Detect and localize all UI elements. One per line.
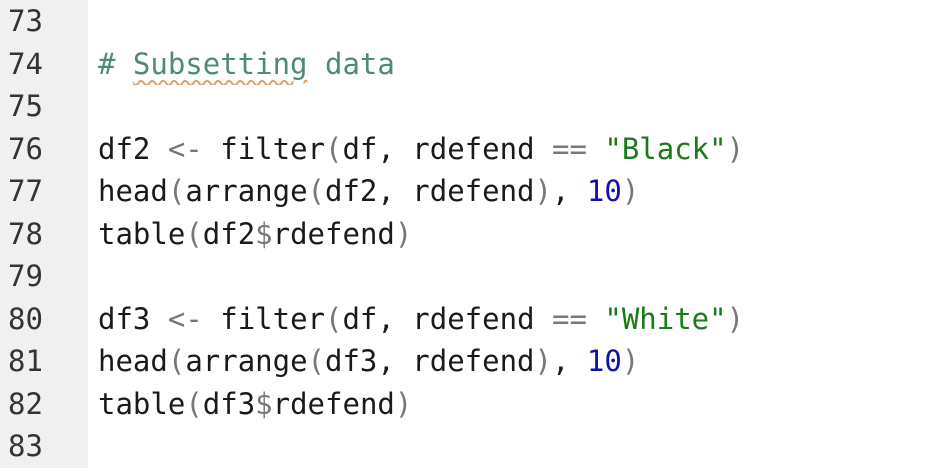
line-number: 79	[8, 259, 43, 293]
code-token-paren: )	[534, 344, 552, 378]
code-token-ident: head	[98, 344, 168, 378]
code-token-ident: table	[98, 216, 186, 251]
code-token-ident: head	[98, 174, 168, 208]
code-token-paren: (	[185, 216, 203, 251]
code-line[interactable]: # Subsetting data	[98, 43, 928, 86]
code-token-dollar: $	[255, 386, 273, 421]
line-number: 80	[8, 301, 43, 336]
line-number: 81	[8, 344, 43, 378]
code-token-ident: rdefend	[272, 216, 395, 251]
code-token-paren: (	[307, 174, 325, 208]
code-token-op: ==	[551, 131, 587, 166]
code-token-paren: )	[726, 131, 745, 166]
code-token-ident: df3	[98, 301, 151, 336]
code-token-number: 10	[586, 344, 622, 378]
code-token-paren: (	[325, 301, 343, 336]
code-token-op: <-	[150, 301, 221, 336]
code-line[interactable]: df3 <- filter(df, rdefend == "White")	[98, 298, 928, 341]
code-token-comment: data	[307, 46, 395, 81]
code-token-paren: (	[167, 174, 186, 208]
code-token-ident: df3, rdefend	[325, 344, 535, 378]
line-number: 76	[8, 131, 43, 166]
code-token-string: "White"	[604, 301, 727, 336]
code-token-paren: )	[394, 216, 413, 251]
line-number: 78	[8, 216, 43, 251]
code-token-ident: arrange	[185, 174, 308, 208]
code-token-number: 10	[586, 174, 622, 208]
code-token-ident: df2	[202, 216, 256, 251]
code-token-paren: )	[726, 301, 745, 336]
line-number-gutter: 73 74 75 76 77 78 79 80 81 82 83	[0, 0, 88, 468]
code-token-paren: (	[167, 344, 186, 378]
code-line[interactable]: table(df3$rdefend)	[98, 383, 928, 426]
code-token-paren: )	[621, 174, 640, 208]
line-number: 82	[8, 386, 43, 421]
code-token-punct: ,	[551, 344, 587, 378]
code-editor[interactable]: 7374757677787980818283 ​# Subsetting dat…	[0, 0, 928, 468]
code-token-punct: ,	[551, 174, 587, 208]
code-token-ident: filter	[220, 301, 325, 336]
code-line[interactable]: ​	[98, 85, 928, 128]
code-token-paren: )	[621, 344, 640, 378]
code-token-paren: )	[534, 174, 552, 208]
code-token-op: <-	[150, 131, 221, 166]
code-token-ident: df2	[98, 131, 151, 166]
code-token-paren: (	[325, 131, 343, 166]
code-line[interactable]: ​	[98, 255, 928, 298]
code-token-comment: Subsetting	[132, 46, 308, 81]
code-token-ident: arrange	[185, 344, 308, 378]
code-token-ident: table	[98, 386, 186, 421]
code-line[interactable]: head(arrange(df2, rdefend), 10)	[98, 170, 928, 213]
code-line[interactable]: head(arrange(df3, rdefend), 10)	[98, 340, 928, 383]
code-token-ident: filter	[220, 131, 325, 166]
code-token-string: "Black"	[604, 131, 727, 166]
code-token-ident: df2, rdefend	[325, 174, 535, 208]
line-number: 77	[8, 174, 43, 208]
code-line[interactable]: df2 <- filter(df, rdefend == "Black")	[98, 128, 928, 171]
code-token-ident: df, rdefend	[342, 131, 552, 166]
code-token-paren: )	[394, 386, 413, 421]
code-token-ident	[587, 302, 604, 336]
code-token-op: ==	[551, 301, 587, 336]
code-token-ident: rdefend	[272, 386, 395, 421]
code-line[interactable]: table(df2$rdefend)	[98, 213, 928, 256]
line-number: 83	[8, 429, 43, 463]
code-line[interactable]: ​	[98, 425, 928, 468]
code-line[interactable]: ​	[98, 0, 928, 43]
line-number: 75	[8, 89, 43, 123]
code-area[interactable]: ​# Subsetting data​df2 <- filter(df, rde…	[88, 0, 928, 468]
code-token-paren: (	[307, 344, 325, 378]
code-token-ident: df3	[202, 386, 256, 421]
code-token-comment: #	[98, 46, 133, 81]
code-token-paren: (	[185, 386, 203, 421]
line-number: 74	[8, 46, 43, 81]
code-token-dollar: $	[255, 216, 273, 251]
code-token-ident	[587, 132, 604, 166]
line-number: 73	[8, 4, 43, 38]
code-token-ident: df, rdefend	[342, 301, 552, 336]
